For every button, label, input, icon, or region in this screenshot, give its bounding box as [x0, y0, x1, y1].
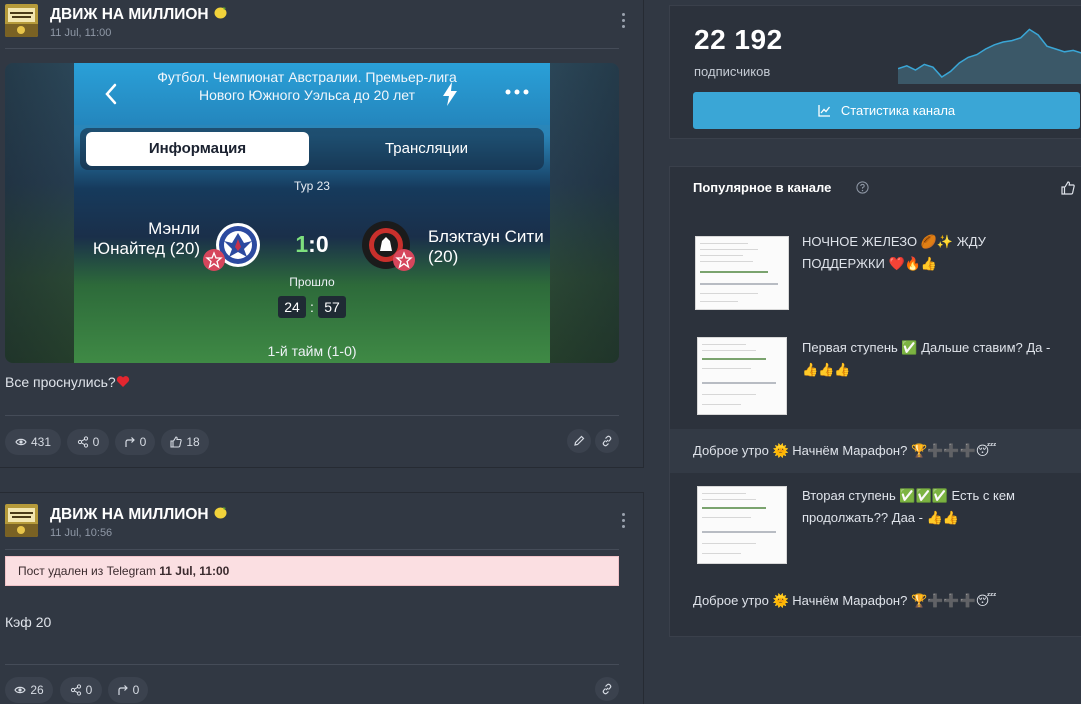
- link-icon: [602, 435, 612, 447]
- league-title: Футбол. Чемпионат Австралии. Премьер-лиг…: [157, 69, 457, 103]
- match-seconds: 57: [318, 296, 346, 318]
- subscribers-sparkline[interactable]: [898, 14, 1081, 84]
- popular-post-item[interactable]: Доброе утро 🌞 Начнём Марафон? 🏆➕➕➕😴: [670, 429, 1081, 473]
- sparkline-area: [898, 29, 1081, 84]
- match-minutes: 24: [278, 296, 306, 318]
- thumbs-up-icon: [170, 436, 183, 448]
- popular-post-item[interactable]: Первая ступень ✅ Дальше ставим? Да - 👍👍👍: [670, 327, 1081, 419]
- edit-button[interactable]: [567, 429, 591, 453]
- lemon-emoji: [213, 505, 228, 525]
- divider: [5, 415, 619, 416]
- channel-name[interactable]: ДВИЖ НА МИЛЛИОН: [50, 505, 228, 525]
- views-counter[interactable]: 26: [5, 677, 53, 703]
- popular-post-thumbnail: [697, 337, 787, 415]
- match-screenshot: Футбол. Чемпионат Австралии. Премьер-лиг…: [74, 63, 550, 363]
- post-card: ДВИЖ НА МИЛЛИОН 11 Jul, 10:56 Кэф 20 26 …: [0, 492, 644, 704]
- divider: [5, 549, 619, 550]
- post-feed: ДВИЖ НА МИЛЛИОН 11 Jul, 11:00 Футбол. Че…: [0, 0, 644, 704]
- popular-post-text: Доброе утро 🌞 Начнём Марафон? 🏆➕➕➕😴: [693, 593, 997, 608]
- popular-title: Популярное в канале: [693, 180, 832, 195]
- round-label: Тур 23: [294, 179, 330, 193]
- home-team-name: Мэнли Юнайтед (20): [92, 219, 200, 258]
- copy-link-button[interactable]: [595, 429, 619, 453]
- popular-post-item[interactable]: Доброе утро 🌞 Начнём Марафон? 🏆➕➕➕😴: [670, 579, 1081, 623]
- popular-post-text: Вторая ступень ✅✅✅ Есть с кем продолжать…: [802, 488, 1015, 525]
- subscribers-count: 22 192: [694, 24, 783, 55]
- help-icon[interactable]: [856, 181, 869, 194]
- post-date[interactable]: 11 Jul, 10:56: [50, 527, 112, 539]
- forwards-counter[interactable]: 0: [108, 677, 148, 703]
- subscribers-card: 22 192 подписчиков Статистика канала: [669, 5, 1081, 139]
- match-score: 1:0: [295, 231, 329, 257]
- more-options-icon[interactable]: [617, 513, 629, 531]
- channel-name[interactable]: ДВИЖ НА МИЛЛИОН: [50, 5, 228, 25]
- favorite-star-icon: [393, 249, 415, 271]
- post-actions: 26 0 0: [5, 677, 619, 703]
- match-period: 1-й тайм (1-0): [267, 343, 357, 359]
- copy-link-button[interactable]: [595, 677, 619, 701]
- pencil-icon: [574, 435, 585, 446]
- post-text: Кэф 20: [5, 614, 52, 630]
- favorite-star-icon: [203, 249, 225, 271]
- tab-streams: Трансляции: [384, 140, 468, 157]
- post-card: ДВИЖ НА МИЛЛИОН 11 Jul, 11:00 Футбол. Че…: [0, 0, 644, 468]
- post-text: Все проснулись?: [5, 374, 130, 391]
- chart-line-icon: [818, 105, 830, 117]
- time-separator: :: [310, 299, 314, 315]
- shares-counter[interactable]: 0: [60, 677, 102, 703]
- popular-post-thumbnail: [695, 236, 789, 310]
- channel-stats-button[interactable]: Статистика канала: [693, 92, 1080, 129]
- reactions-counter[interactable]: 18: [161, 429, 209, 455]
- divider: [5, 48, 619, 49]
- popular-post-text: Доброе утро 🌞 Начнём Марафон? 🏆➕➕➕😴: [693, 443, 997, 458]
- lightning-icon: [443, 82, 457, 106]
- tab-switcher: Информация Трансляции: [80, 128, 544, 170]
- popular-post-text: НОЧНОЕ ЖЕЛЕЗО 🏉✨ ЖДУ ПОДДЕРЖКИ ❤️🔥👍: [802, 234, 986, 271]
- popular-post-item[interactable]: НОЧНОЕ ЖЕЛЕЗО 🏉✨ ЖДУ ПОДДЕРЖКИ ❤️🔥👍: [670, 225, 1081, 317]
- popular-post-item[interactable]: Вторая ступень ✅✅✅ Есть с кем продолжать…: [670, 473, 1081, 573]
- forward-icon: [125, 437, 135, 447]
- post-header: ДВИЖ НА МИЛЛИОН 11 Jul, 10:56: [5, 504, 643, 544]
- post-date[interactable]: 11 Jul, 11:00: [50, 27, 111, 39]
- more-options-icon[interactable]: [617, 13, 629, 31]
- back-arrow-icon: [105, 83, 117, 105]
- share-icon: [77, 436, 88, 448]
- heart-emoji: [116, 375, 130, 391]
- divider: [5, 664, 619, 665]
- popular-post-thumbnail: [697, 486, 787, 564]
- popular-in-channel-card: Популярное в канале НОЧНОЕ ЖЕЛЕЗО 🏉✨ ЖДУ…: [669, 166, 1081, 637]
- views-counter[interactable]: 431: [5, 429, 61, 455]
- lemon-emoji: [213, 5, 228, 25]
- forwards-counter[interactable]: 0: [115, 429, 155, 455]
- eye-icon: [14, 686, 27, 694]
- share-icon: [70, 684, 81, 696]
- tab-info: Информация: [86, 132, 309, 166]
- post-image[interactable]: Футбол. Чемпионат Австралии. Премьер-лиг…: [5, 63, 619, 363]
- post-header: ДВИЖ НА МИЛЛИОН 11 Jul, 11:00: [5, 4, 643, 44]
- eye-icon: [15, 438, 27, 446]
- popular-post-text: Первая ступень ✅ Дальше ставим? Да - 👍👍👍: [802, 340, 1051, 377]
- more-dots-icon: [505, 89, 529, 95]
- match-status: Прошло: [289, 275, 335, 289]
- forward-icon: [118, 685, 128, 695]
- shares-counter[interactable]: 0: [67, 429, 109, 455]
- post-actions: 431 0 0 18: [5, 429, 619, 455]
- thumbs-up-icon[interactable]: [1061, 181, 1075, 195]
- deleted-notice: Пост удален из Telegram 11 Jul, 11:00: [5, 556, 619, 586]
- away-team-name: Блэктаун Сити (20): [428, 227, 544, 266]
- channel-avatar[interactable]: [5, 4, 38, 37]
- channel-avatar[interactable]: [5, 504, 38, 537]
- link-icon: [602, 683, 612, 695]
- subscribers-label: подписчиков: [694, 64, 771, 79]
